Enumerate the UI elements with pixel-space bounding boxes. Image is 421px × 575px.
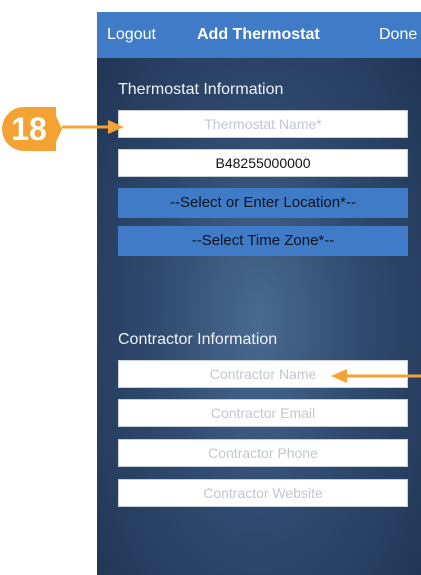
- page-title: Add Thermostat: [197, 26, 320, 43]
- done-button[interactable]: Done: [379, 26, 417, 44]
- callout-badge: 18: [2, 107, 56, 151]
- contractor-email-input[interactable]: [118, 399, 408, 427]
- contractor-name-input[interactable]: [118, 360, 408, 388]
- thermostat-name-input[interactable]: [118, 110, 408, 138]
- callout-badge-tail: [52, 107, 62, 151]
- contractor-website-input[interactable]: [118, 479, 408, 507]
- app-screen: Logout Add Thermostat Done Thermostat In…: [97, 12, 421, 575]
- nav-bar: Logout Add Thermostat Done: [97, 12, 421, 58]
- logout-button[interactable]: Logout: [107, 26, 156, 44]
- thermostat-section-title: Thermostat Information: [118, 81, 284, 98]
- thermostat-serial-field[interactable]: B48255000000: [118, 149, 408, 177]
- contractor-section-title: Contractor Information: [118, 331, 278, 348]
- contractor-phone-input[interactable]: [118, 439, 408, 467]
- timezone-select-button[interactable]: --Select Time Zone*--: [118, 226, 408, 256]
- location-select-button[interactable]: --Select or Enter Location*--: [118, 188, 408, 218]
